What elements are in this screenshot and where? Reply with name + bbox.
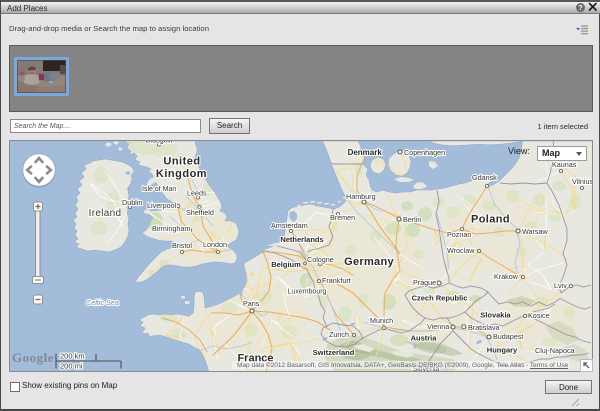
svg-text:Luxembourg: Luxembourg [288, 289, 327, 296]
svg-text:Warsaw: Warsaw [522, 227, 548, 236]
svg-text:Kingdom: Kingdom [156, 168, 207, 180]
svg-text:Budapest: Budapest [493, 332, 523, 341]
svg-text:Belgium: Belgium [271, 260, 301, 269]
svg-text:Austria: Austria [411, 334, 438, 343]
svg-text:Vilnius: Vilnius [572, 177, 592, 186]
svg-text:Switzerland: Switzerland [313, 348, 355, 357]
svg-text:Sheffield: Sheffield [186, 208, 214, 217]
svg-text:Glasgow: Glasgow [145, 141, 174, 145]
svg-text:Germany: Germany [344, 256, 394, 268]
svg-text:Hungary: Hungary [487, 346, 518, 355]
svg-text:Liverpool: Liverpool [147, 201, 177, 210]
svg-text:Celtic Sea: Celtic Sea [86, 298, 119, 307]
svg-text:Czech Republic: Czech Republic [412, 294, 468, 303]
svg-text:Zurich: Zurich [329, 330, 349, 339]
svg-text:Lviv: Lviv [554, 281, 567, 290]
svg-text:Poznan: Poznan [447, 230, 471, 239]
svg-text:Amsterdam: Amsterdam [271, 221, 308, 230]
svg-text:Bristol: Bristol [172, 241, 192, 250]
svg-text:United: United [163, 156, 200, 168]
svg-text:Isle of Man: Isle of Man [142, 186, 176, 193]
svg-text:200 mi: 200 mi [60, 362, 83, 371]
svg-text:Birmingham: Birmingham [152, 224, 190, 233]
svg-text:Prague: Prague [413, 278, 436, 287]
svg-text:200 km: 200 km [60, 352, 85, 361]
svg-text:Cologne: Cologne [307, 255, 334, 264]
svg-text:Gdansk: Gdansk [472, 173, 497, 182]
svg-text:Bremen: Bremen [330, 213, 355, 222]
svg-text:Denmark: Denmark [348, 148, 383, 157]
svg-text:Wroclaw: Wroclaw [447, 246, 475, 255]
svg-text:Paris: Paris [243, 299, 260, 308]
svg-text:Dublin: Dublin [122, 198, 142, 207]
svg-text:Munich: Munich [370, 316, 393, 325]
svg-text:Copenhagen: Copenhagen [404, 148, 445, 157]
svg-text:Netherlands: Netherlands [280, 235, 323, 244]
svg-text:Poland: Poland [471, 214, 510, 226]
svg-text:Krakow: Krakow [494, 272, 519, 281]
svg-text:Hamburg: Hamburg [346, 192, 376, 201]
svg-text:Kosice: Kosice [528, 311, 550, 320]
svg-text:Slovakia: Slovakia [480, 311, 511, 320]
svg-text:Vienna: Vienna [427, 322, 449, 331]
svg-text:London: London [203, 240, 227, 249]
svg-text:Leeds: Leeds [187, 189, 207, 198]
svg-text:Bratislava: Bratislava [468, 323, 500, 332]
svg-text:Berlin: Berlin [403, 215, 421, 224]
svg-text:Cluj-Napoca: Cluj-Napoca [535, 346, 575, 355]
svg-text:Kaunas: Kaunas [552, 160, 577, 169]
svg-text:Ireland: Ireland [89, 208, 122, 219]
svg-text:Frankfurt: Frankfurt [322, 276, 351, 285]
